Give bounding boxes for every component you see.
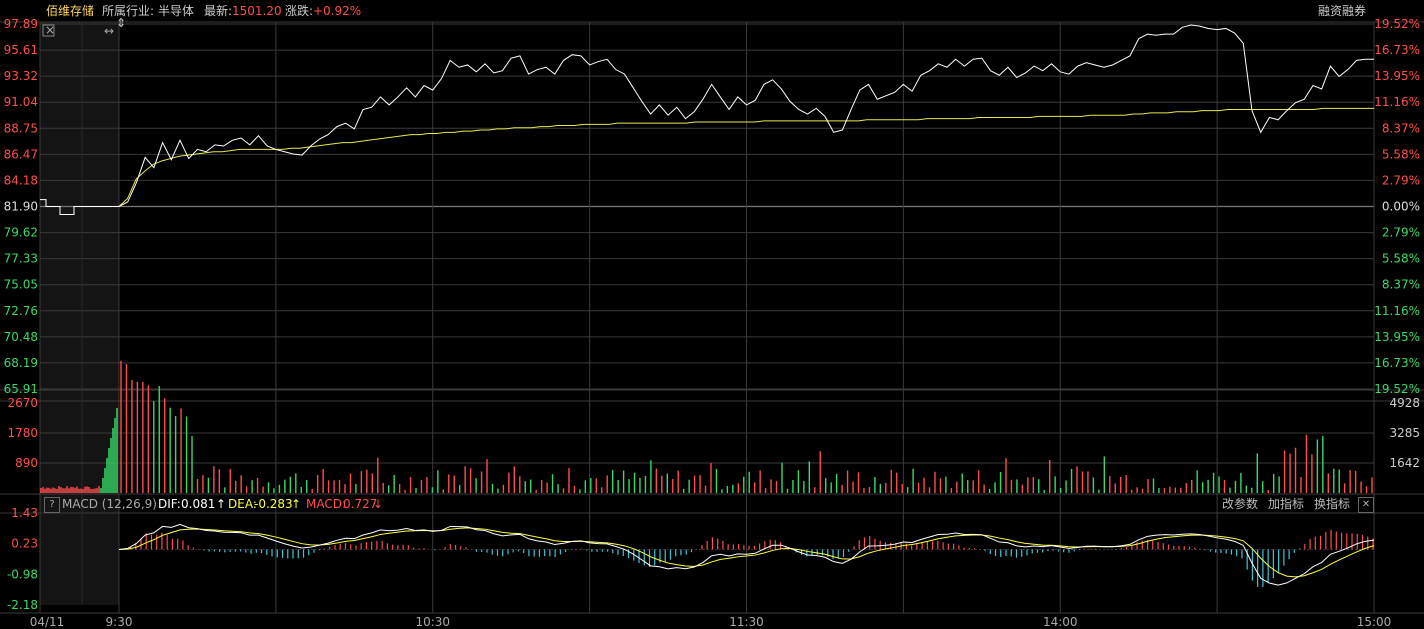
resize-icon: ↔: [104, 24, 114, 38]
price-tick-label: 95.61: [4, 43, 38, 57]
dea-label: DEA:: [228, 497, 257, 511]
time-tick-label: 04/11: [30, 615, 65, 629]
help-icon[interactable]: ?: [44, 497, 60, 513]
price-tick-label: 77.33: [4, 252, 38, 266]
percent-tick-label: 8.37%: [1382, 121, 1420, 135]
dif-value: 0.081: [181, 497, 216, 511]
dif-label: DIF:: [158, 497, 181, 511]
price-tick-label: 79.62: [4, 226, 38, 240]
change-params-button[interactable]: 改参数: [1222, 495, 1258, 513]
price-tick-label: 88.75: [4, 121, 38, 135]
price-tick-label: 65.91: [4, 382, 38, 396]
price-tick-label: 68.19: [4, 356, 38, 370]
switch-indicator-button[interactable]: 换指标: [1314, 495, 1350, 513]
percent-tick-label: 19.52%: [1374, 17, 1420, 31]
price-tick-label: 84.18: [4, 173, 38, 187]
percent-tick-label: 11.16%: [1374, 304, 1420, 318]
percent-tick-label: 13.95%: [1374, 69, 1420, 83]
macd-tick-label: -2.18: [7, 598, 38, 612]
percent-tick-label: 5.58%: [1382, 147, 1420, 161]
dea-value: -0.283: [254, 497, 293, 511]
premarket-shade: [40, 22, 119, 605]
close-icon[interactable]: ✕: [1358, 497, 1374, 513]
time-tick-label: 11:30: [729, 615, 764, 629]
percent-tick-label: 13.95%: [1374, 330, 1420, 344]
price-tick-label: 81.90: [4, 200, 38, 214]
percent-tick-label: 5.58%: [1382, 252, 1420, 266]
percent-tick-label: 0.00%: [1382, 200, 1420, 214]
percent-tick-label: 16.73%: [1374, 356, 1420, 370]
macd-tick-label: -0.98: [7, 567, 38, 581]
price-tick-label: 93.32: [4, 69, 38, 83]
time-tick-label: 15:00: [1357, 615, 1392, 629]
volume-right-tick-label: 3285: [1389, 426, 1420, 440]
price-tick-label: 72.76: [4, 304, 38, 318]
intraday-chart[interactable]: 97.89 19.52% 95.61 16.73% 93.32 13.95% 91.04 11…: [0, 0, 1424, 629]
percent-tick-label: 2.79%: [1382, 226, 1420, 240]
dif-up-arrow-icon: ↑: [216, 497, 227, 511]
price-tick-label: 70.48: [4, 330, 38, 344]
percent-tick-label: 11.16%: [1374, 95, 1420, 109]
volume-right-tick-label: 4928: [1389, 396, 1420, 410]
volume-tick-label: 890: [15, 456, 38, 470]
macd-tick-label: 1.43: [11, 506, 38, 520]
volume-right-tick-label: 1642: [1389, 456, 1420, 470]
macd-tick-label: 0.23: [11, 537, 38, 551]
macd-title: MACD (12,26,9): [62, 497, 157, 511]
macd-down-arrow-icon: ↓: [373, 497, 384, 511]
price-tick-label: 75.05: [4, 278, 38, 292]
add-indicator-button[interactable]: 加指标: [1268, 495, 1304, 513]
drag-handle-icon: ⇕: [116, 16, 126, 30]
volume-tick-label: 2670: [7, 396, 38, 410]
time-tick-label: 10:30: [415, 615, 450, 629]
time-tick-label: 14:00: [1043, 615, 1078, 629]
macd-label: MACD:: [306, 497, 347, 511]
price-tick-label: 97.89: [4, 17, 38, 31]
dea-up-arrow-icon: ↑: [291, 497, 302, 511]
volume-tick-label: 1780: [7, 426, 38, 440]
percent-tick-label: 2.79%: [1382, 173, 1420, 187]
percent-tick-label: 19.52%: [1374, 382, 1420, 396]
percent-tick-label: 16.73%: [1374, 43, 1420, 57]
chart-app: 佰维存储 所属行业: 半导体 最新: 1501.20 涨跌: +0.92% 融资…: [0, 0, 1424, 629]
close-x-glyph: ×: [45, 23, 55, 37]
time-tick-label: 9:30: [106, 615, 133, 629]
macd-toolbar: ? MACD (12,26,9) DIF: 0.081 ↑ DEA: -0.28…: [40, 495, 1374, 513]
price-tick-label: 91.04: [4, 95, 38, 109]
percent-tick-label: 8.37%: [1382, 278, 1420, 292]
price-tick-label: 86.47: [4, 147, 38, 161]
